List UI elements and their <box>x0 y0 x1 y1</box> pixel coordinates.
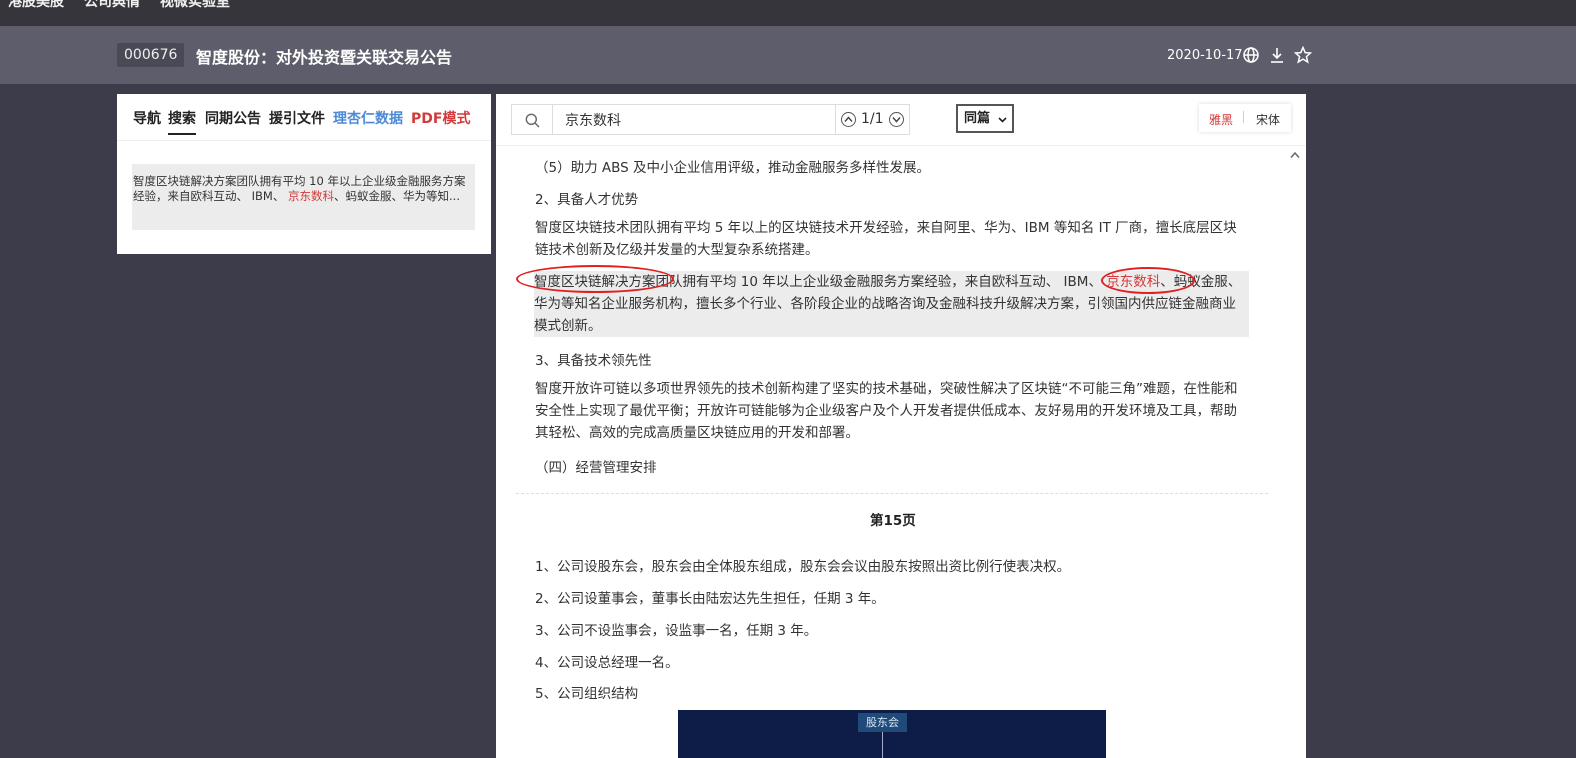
page-divider <box>516 493 1268 494</box>
search-input[interactable] <box>552 104 835 135</box>
tab-lixinger-data[interactable]: 理杏仁数据 <box>333 108 403 128</box>
content-line: 2、公司设董事会，董事长由陆宏达先生担任，任期 3 年。 <box>535 591 885 607</box>
content-line: 3、具备技术领先性 <box>535 353 652 369</box>
stock-code-badge: 000676 <box>117 43 185 67</box>
annotation-circle <box>516 265 674 293</box>
content-line: （5）助力 ABS 及中小企业信用评级，推动金融服务多样性发展。 <box>535 160 930 176</box>
font-option-songti[interactable]: 宋体 <box>1256 111 1280 128</box>
content-paragraph: 智度区块链技术团队拥有平均 5 年以上的区块链技术开发经验，来自阿里、华为、IB… <box>535 220 1237 258</box>
tab-pdf-mode[interactable]: PDF模式 <box>411 108 470 128</box>
content-line: 3、公司不设监事会，设监事一名，任期 3 年。 <box>535 623 818 639</box>
annotation-circle <box>1101 267 1195 294</box>
star-icon[interactable] <box>1294 46 1312 64</box>
org-node-shareholders: 股东会 <box>858 713 907 732</box>
font-option-yahei[interactable]: 雅黑 <box>1209 111 1233 128</box>
tab-navigation[interactable]: 导航 <box>133 108 161 128</box>
document-title: 智度股份：对外投资暨关联交易公告 <box>196 48 453 67</box>
page-number-label: 第15页 <box>870 513 916 529</box>
tab-same-period[interactable]: 同期公告 <box>205 108 261 128</box>
globe-icon[interactable] <box>1242 46 1260 64</box>
top-nav-item[interactable]: 公司舆情 <box>84 0 140 11</box>
divider <box>1243 111 1244 123</box>
org-connector <box>882 732 883 758</box>
tab-cited-files[interactable]: 援引文件 <box>269 108 325 128</box>
content-line: 2、具备人才优势 <box>535 192 639 208</box>
content-line: 4、公司设总经理一名。 <box>535 655 679 671</box>
document-header: 000676 智度股份：对外投资暨关联交易公告 2020-10-17 <box>0 26 1576 84</box>
chevron-up-icon[interactable] <box>841 112 856 127</box>
search-toolbar: 1/1 同篇 雅黑 宋体 <box>496 94 1306 146</box>
top-nav-item[interactable]: 港股美股 <box>8 0 64 11</box>
sidebar-tabs: 导航 搜索 同期公告 援引文件 理杏仁数据 PDF模式 <box>117 94 491 141</box>
scroll-up-arrow[interactable] <box>1289 150 1301 160</box>
result-keyword: 京东数科 <box>288 189 335 203</box>
search-icon[interactable] <box>511 104 553 135</box>
top-nav-item[interactable]: 视微实验室 <box>160 0 230 11</box>
org-structure-chart: 股东会 <box>678 710 1106 758</box>
sidebar-panel: 导航 搜索 同期公告 援引文件 理杏仁数据 PDF模式 智度区块链解决方案团队拥… <box>117 94 491 254</box>
download-icon[interactable] <box>1268 46 1286 64</box>
result-text-after: 、蚂蚁金服、华为等知... <box>334 189 460 203</box>
search-scope-select[interactable]: 同篇 <box>956 104 1014 133</box>
top-nav: 港股美股 公司舆情 视微实验室 <box>0 0 1576 26</box>
document-viewer: 1/1 同篇 雅黑 宋体 （5）助力 ABS 及中小企业信用评级，推动金融服务多… <box>496 94 1306 758</box>
content-line: 1、公司设股东会，股东会由全体股东组成，股东会会议由股东按照出资比例行使表决权。 <box>535 559 1071 575</box>
tab-search[interactable]: 搜索 <box>168 108 196 135</box>
scope-label: 同篇 <box>964 111 991 126</box>
font-toggle: 雅黑 宋体 <box>1199 104 1291 132</box>
chevron-down-icon[interactable] <box>889 112 904 127</box>
match-navigator: 1/1 <box>835 104 910 135</box>
document-date: 2020-10-17 <box>1167 48 1243 63</box>
content-line: 5、公司组织结构 <box>535 686 639 702</box>
content-paragraph: 智度开放许可链以多项世界领先的技术创新构建了坚实的技术基础，突破性解决了区块链“… <box>535 381 1238 441</box>
chevron-down-icon <box>998 117 1007 123</box>
content-line: （四）经营管理安排 <box>535 460 657 476</box>
search-result-item[interactable]: 智度区块链解决方案团队拥有平均 10 年以上企业级金融服务方案经验，来自欧科互动… <box>132 164 475 230</box>
match-count: 1/1 <box>861 111 884 127</box>
